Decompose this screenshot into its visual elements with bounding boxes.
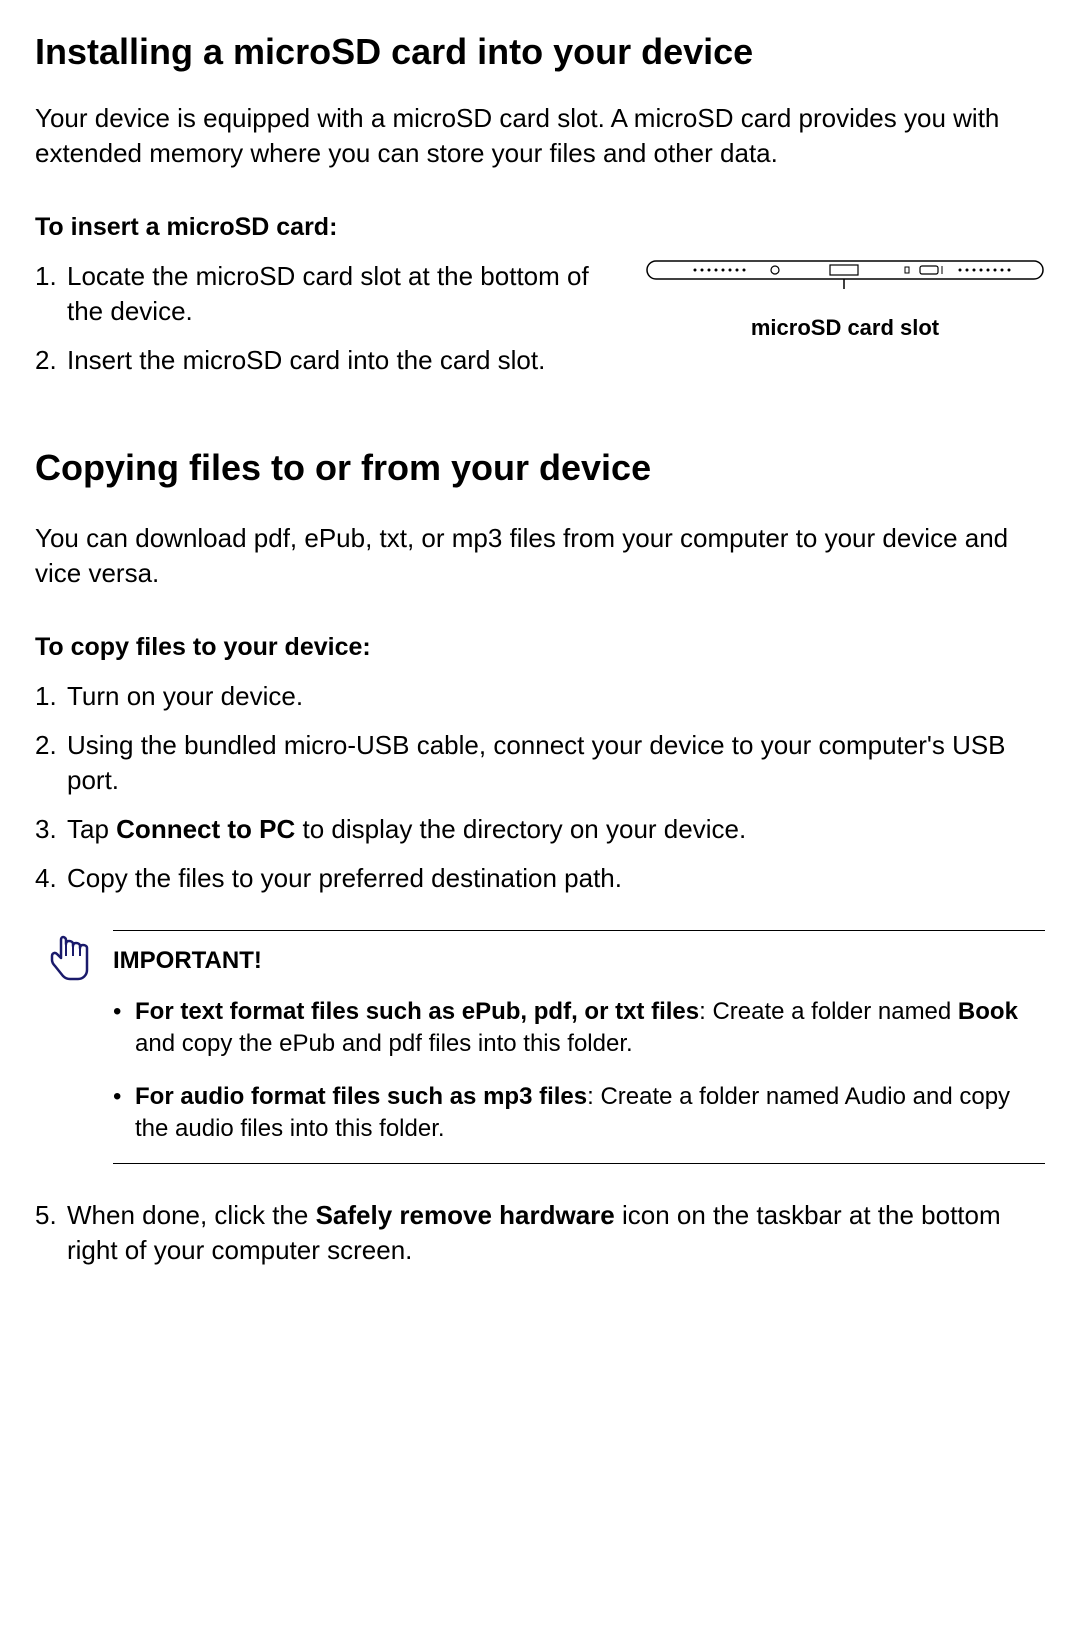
section2-intro: You can download pdf, ePub, txt, or mp3 …: [35, 521, 1045, 591]
section2-step-1: Turn on your device.: [35, 679, 1045, 714]
figure-label: microSD card slot: [751, 313, 939, 343]
section2-subheading: To copy files to your device:: [35, 631, 1045, 665]
section1-title: Installing a microSD card into your devi…: [35, 30, 1045, 73]
device-bottom-illustration: [645, 259, 1045, 289]
section1-step-1: Locate the microSD card slot at the bott…: [35, 259, 625, 329]
section1-intro: Your device is equipped with a microSD c…: [35, 101, 1045, 171]
section2-step-5: When done, click the Safely remove hardw…: [35, 1198, 1045, 1268]
section2-step-2: Using the bundled micro-USB cable, conne…: [35, 728, 1045, 798]
important-title: IMPORTANT!: [113, 945, 1045, 977]
hand-icon: [43, 930, 93, 997]
section1-subheading: To insert a microSD card:: [35, 211, 1045, 245]
section2-step-3: Tap Connect to PC to display the directo…: [35, 812, 1045, 847]
section2-title: Copying files to or from your device: [35, 444, 1045, 493]
section2-step-4: Copy the files to your preferred destina…: [35, 861, 1045, 896]
important-item-1: For text format files such as ePub, pdf,…: [113, 996, 1045, 1061]
section1-step-2: Insert the microSD card into the card sl…: [35, 343, 625, 378]
important-item-2: For audio format files such as mp3 files…: [113, 1081, 1045, 1146]
